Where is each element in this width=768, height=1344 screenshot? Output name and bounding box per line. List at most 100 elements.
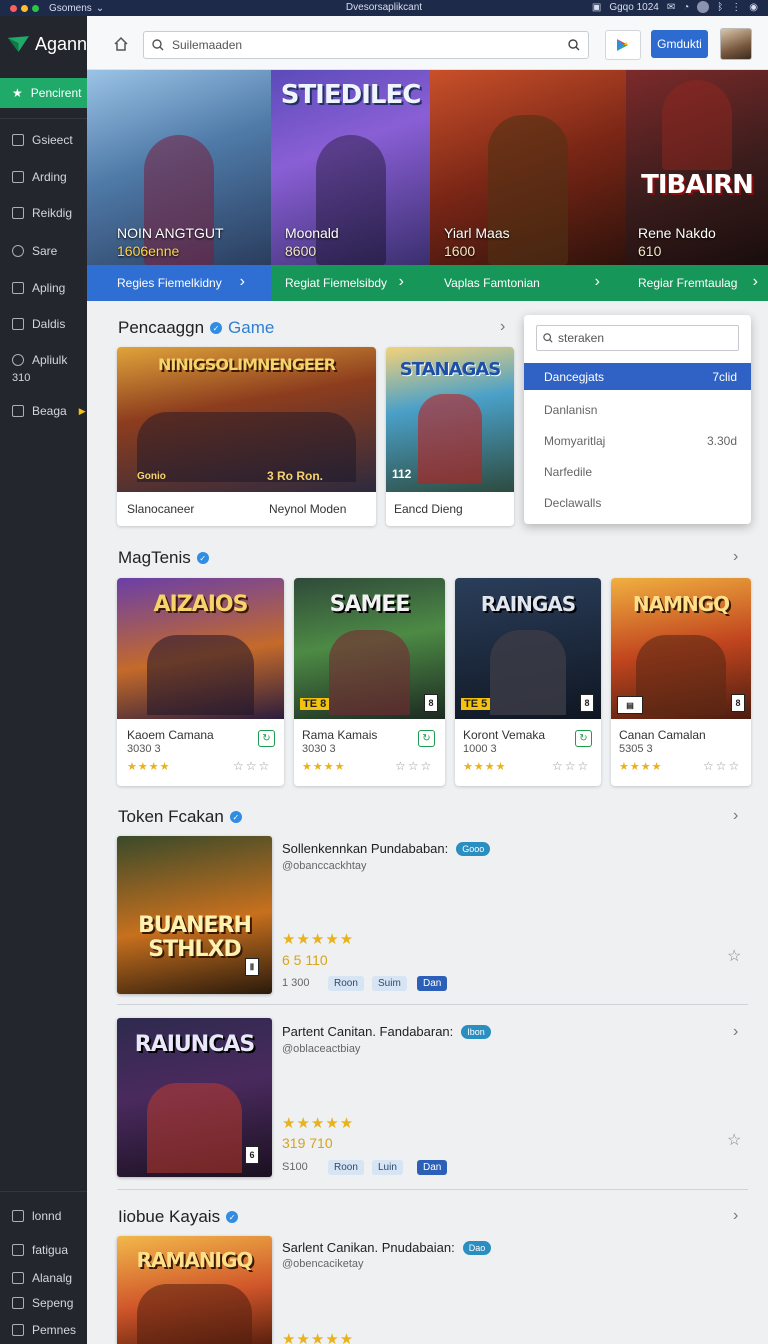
game-card-3[interactable]: RAINGAS TE 5 8 Koront Vemaka 1000 3 ↻ ★★… bbox=[455, 578, 601, 786]
sidebar-item-4[interactable]: Sare bbox=[0, 238, 87, 264]
bluetooth-icon[interactable]: ᛒ bbox=[717, 2, 723, 13]
game-name: Rama Kamais bbox=[302, 728, 378, 742]
section-title-text: MagTenis bbox=[118, 548, 191, 567]
list-item-title[interactable]: Sollenkennkan Pundababan: Gooo bbox=[282, 841, 491, 856]
hero-strip[interactable]: Regies Fiemelkidny › bbox=[87, 265, 271, 301]
tag-chip[interactable]: Roon bbox=[328, 1160, 364, 1175]
dropdown-option-5[interactable]: Declawalls bbox=[524, 489, 751, 516]
list-item-title-text: Sollenkennkan Pundababan: bbox=[282, 841, 449, 856]
sidebar-item-5[interactable]: Apling bbox=[0, 275, 87, 301]
sidebar-item-6[interactable]: Daldis bbox=[0, 311, 87, 337]
wifi-signal-icon[interactable]: ⋮ bbox=[731, 2, 741, 13]
hero-strip-label: Regies Fiemelkidny bbox=[117, 276, 222, 290]
sidebar-item-3[interactable]: Reikdig bbox=[0, 200, 87, 226]
os-status-area: ▣ Ggqo 1024 ✉ ◔ ᛒ ⋮ ◉ bbox=[592, 1, 758, 13]
user-mini-avatar[interactable] bbox=[697, 1, 710, 13]
hero-strip[interactable]: Regiat Fiemelsibdy › bbox=[271, 265, 430, 301]
dropdown-option-1[interactable]: Dancegjats 7clid bbox=[524, 363, 751, 390]
tag-chip[interactable]: Luin bbox=[372, 1160, 403, 1175]
dropdown-option-2[interactable]: Danlanisn bbox=[524, 396, 751, 423]
rate-stars-empty[interactable]: ☆☆☆ bbox=[395, 759, 433, 773]
hero-tile-4[interactable]: TIBAIRN Rene Nakdo 610 Regiar Fremtaulag… bbox=[626, 70, 768, 301]
card-art-badge: 112 bbox=[392, 467, 412, 481]
sidebar-bottom-item-4[interactable]: Sepeng bbox=[0, 1290, 87, 1316]
dropdown-option-3[interactable]: Momyaritlaj 3.30d bbox=[524, 427, 751, 454]
dropdown-search[interactable] bbox=[536, 325, 739, 351]
app-menu[interactable]: Gsomens ⌄ bbox=[49, 3, 104, 14]
calendar-icon[interactable]: ▣ bbox=[592, 2, 601, 13]
card-art-badge: TE 5 bbox=[461, 698, 491, 710]
featured-card-2[interactable]: STANAGAS 112 Eancd Dieng bbox=[386, 347, 514, 526]
close-window-button[interactable] bbox=[10, 4, 17, 12]
sidebar-divider bbox=[0, 1191, 87, 1192]
rate-stars-empty[interactable]: ☆☆☆ bbox=[552, 759, 590, 773]
user-avatar[interactable] bbox=[720, 28, 752, 60]
list-item-art[interactable]: RAIUNCAS 6 bbox=[117, 1018, 272, 1177]
game-meta: 3030 3 bbox=[302, 743, 336, 755]
minimize-window-button[interactable] bbox=[21, 4, 28, 12]
os-menu-bar: Gsomens ⌄ Dvesorsaplikcant ▣ Ggqo 1024 ✉… bbox=[0, 0, 768, 16]
game-card-1[interactable]: AIZAIOS Kaoem Camana 3030 3 ↻ ★★★★ ☆☆☆ bbox=[117, 578, 284, 786]
wifi-icon[interactable]: ◔ bbox=[683, 2, 689, 13]
tool-icon bbox=[12, 207, 24, 219]
chevron-right-icon: › bbox=[594, 273, 600, 290]
hero-tile-3[interactable]: Yiarl Maas 1600 Vaplas Famtonian › bbox=[430, 70, 626, 301]
game-card-2[interactable]: SAMEE TE 8 8 Rama Kamais 3030 3 ↻ ★★★★ ☆… bbox=[294, 578, 445, 786]
hero-tile-2[interactable]: STIEDILEC Moonald 8600 Regiat Fiemelsibd… bbox=[271, 70, 430, 301]
chevron-right-icon[interactable]: › bbox=[733, 807, 738, 825]
rate-stars-empty[interactable]: ☆☆☆ bbox=[233, 759, 271, 773]
featured-card-1[interactable]: NINIGSOLIMNENGEER Gonio 3 Ro Ron. Slanoc… bbox=[117, 347, 376, 526]
sidebar-item-label: Gsieect bbox=[32, 133, 73, 147]
search-input[interactable] bbox=[172, 38, 560, 52]
home-icon[interactable] bbox=[113, 36, 129, 52]
game-card-4[interactable]: NAMNGQ ▤ 8 Canan Camalan 5305 3 ★★★★ ☆☆☆ bbox=[611, 578, 751, 786]
sidebar-bottom-item-1[interactable]: lonnd bbox=[0, 1203, 87, 1229]
list-item-art[interactable]: BUANERH STHLXD Ⅱ bbox=[117, 836, 272, 994]
sidebar-item-1[interactable]: Gsieect bbox=[0, 127, 87, 153]
notification-icon[interactable]: ✉ bbox=[667, 2, 675, 13]
sidebar-bottom-item-2[interactable]: fatigua bbox=[0, 1237, 87, 1263]
install-icon[interactable]: ↻ bbox=[575, 730, 592, 747]
tag-chip[interactable]: Roon bbox=[328, 976, 364, 991]
sidebar-item-8[interactable]: Beaga ▶ bbox=[0, 398, 87, 424]
character-illustration bbox=[490, 630, 566, 715]
tag-chip[interactable]: Dan bbox=[417, 976, 448, 991]
hero-strip[interactable]: Regiar Fremtaulag › bbox=[626, 265, 768, 301]
tag-chip[interactable]: Suim bbox=[372, 976, 407, 991]
controller-icon bbox=[12, 1272, 24, 1284]
dropdown-search-input[interactable] bbox=[558, 331, 732, 345]
header-cta-button[interactable]: Gmdukti bbox=[651, 30, 708, 58]
sidebar-bottom-item-5[interactable]: Pemnes bbox=[0, 1317, 87, 1343]
list-item-title[interactable]: Sarlent Canikan. Pnudabaian: Dao bbox=[282, 1240, 492, 1255]
search-submit-icon[interactable] bbox=[568, 39, 580, 51]
dropdown-option-4[interactable]: Narfedile bbox=[524, 458, 751, 485]
chevron-right-icon[interactable]: › bbox=[733, 1207, 738, 1225]
option-label: Declawalls bbox=[544, 495, 602, 510]
favorite-star-icon[interactable]: ☆ bbox=[727, 946, 741, 966]
card-art: NAMNGQ ▤ 8 bbox=[611, 578, 751, 719]
hero-strip[interactable]: Vaplas Famtonian › bbox=[430, 265, 626, 301]
window-controls[interactable] bbox=[10, 4, 39, 12]
favorite-star-icon[interactable]: ☆ bbox=[727, 1130, 741, 1150]
list-item-title[interactable]: Partent Canitan. Fandabaran: Ibon bbox=[282, 1024, 491, 1039]
install-icon[interactable]: ↻ bbox=[418, 730, 435, 747]
verified-icon: ✓ bbox=[226, 1211, 239, 1223]
brand-logo[interactable]: Agann bbox=[0, 16, 87, 72]
rate-stars-empty[interactable]: ☆☆☆ bbox=[703, 759, 741, 773]
store-logo-button[interactable] bbox=[605, 30, 641, 60]
sidebar-item-2[interactable]: Arding bbox=[0, 164, 87, 190]
chevron-right-icon[interactable]: › bbox=[733, 1023, 738, 1041]
rating-stars: ★★★★★ bbox=[282, 1331, 355, 1344]
sidebar-item-active[interactable]: ★ Pencirent bbox=[0, 78, 87, 108]
tag-chip[interactable]: Dan bbox=[417, 1160, 448, 1175]
search-bar[interactable] bbox=[143, 31, 589, 59]
zoom-window-button[interactable] bbox=[32, 4, 39, 12]
list-item-art[interactable]: RAMANIGQ bbox=[117, 1236, 272, 1344]
install-icon[interactable]: ↻ bbox=[258, 730, 275, 747]
sidebar-bottom-item-3[interactable]: Alanalg bbox=[0, 1265, 87, 1291]
hero-tile-1[interactable]: NOIN ANGTGUT 1606enne Regies Fiemelkidny… bbox=[87, 70, 271, 301]
image-icon bbox=[12, 1324, 24, 1336]
control-center-icon[interactable]: ◉ bbox=[749, 2, 758, 13]
chevron-right-icon[interactable]: › bbox=[500, 318, 505, 336]
chevron-right-icon[interactable]: › bbox=[733, 548, 738, 566]
